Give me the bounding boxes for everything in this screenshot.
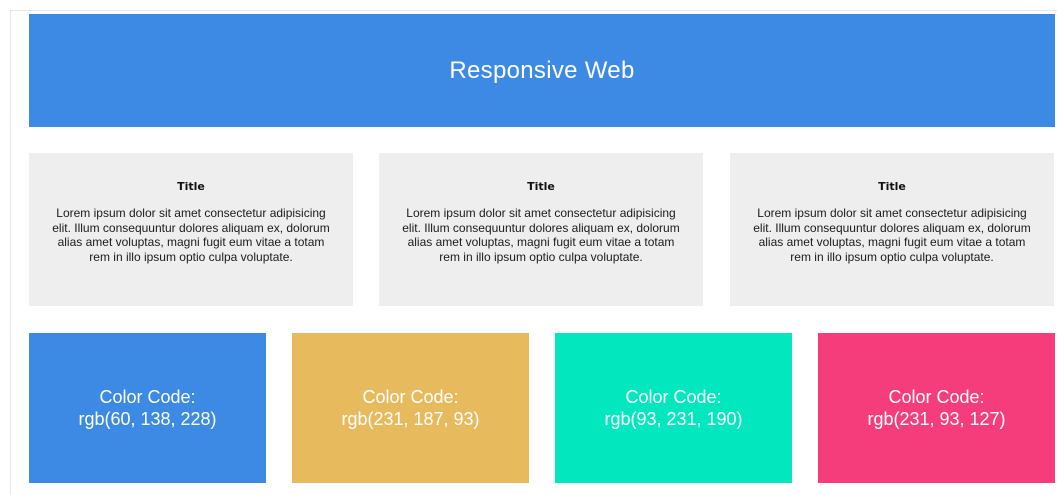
swatch-color-code: rgb(60, 138, 228) — [78, 409, 217, 429]
content-card: Title Lorem ipsum dolor sit amet consect… — [730, 153, 1054, 306]
left-divider — [10, 10, 11, 495]
color-swatch-pink: Color Code: rgb(231, 93, 127) — [818, 333, 1055, 483]
top-divider — [10, 10, 1057, 11]
color-swatch-blue: Color Code: rgb(60, 138, 228) — [29, 333, 266, 483]
card-title: Title — [878, 180, 906, 193]
color-swatch-yellow: Color Code: rgb(231, 187, 93) — [292, 333, 529, 483]
swatch-color-code: rgb(231, 187, 93) — [341, 409, 480, 429]
content-card: Title Lorem ipsum dolor sit amet consect… — [29, 153, 353, 306]
swatch-label: Color Code: — [625, 387, 722, 407]
card-body: Lorem ipsum dolor sit amet consectetur a… — [753, 206, 1031, 264]
header-banner: Responsive Web — [29, 14, 1055, 127]
card-title: Title — [177, 180, 205, 193]
page-title: Responsive Web — [449, 56, 635, 84]
swatch-label: Color Code: — [888, 387, 985, 407]
swatch-color-code: rgb(231, 93, 127) — [867, 409, 1006, 429]
content-card: Title Lorem ipsum dolor sit amet consect… — [379, 153, 703, 306]
card-title: Title — [527, 180, 555, 193]
swatch-color-code: rgb(93, 231, 190) — [604, 409, 743, 429]
card-body: Lorem ipsum dolor sit amet consectetur a… — [52, 206, 330, 264]
page: Responsive Web Title Lorem ipsum dolor s… — [0, 0, 1057, 495]
color-swatch-teal: Color Code: rgb(93, 231, 190) — [555, 333, 792, 483]
swatch-label: Color Code: — [362, 387, 459, 407]
swatch-label: Color Code: — [99, 387, 196, 407]
card-body: Lorem ipsum dolor sit amet consectetur a… — [402, 206, 680, 264]
